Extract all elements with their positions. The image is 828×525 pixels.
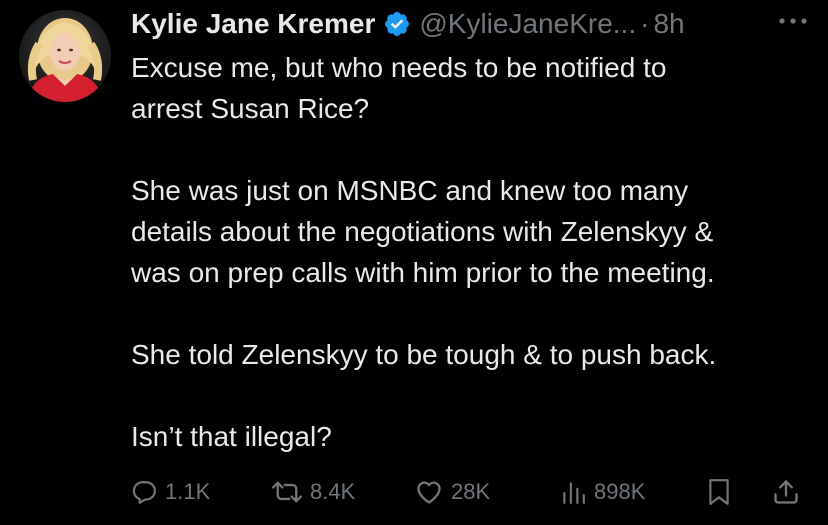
tweet-text: Excuse me, but who needs to be notified … <box>131 47 821 457</box>
tweet-timestamp[interactable]: 8h <box>653 8 684 40</box>
author-display-name[interactable]: Kylie Jane Kremer <box>131 8 375 40</box>
author-handle[interactable]: @KylieJaneKre... <box>419 8 636 40</box>
reply-icon <box>131 479 157 505</box>
like-button[interactable]: 28K <box>415 472 490 512</box>
more-options-icon[interactable] <box>776 8 810 34</box>
tweet-card[interactable]: Kylie Jane Kremer @KylieJaneKre... · 8h … <box>0 0 828 525</box>
reply-button[interactable]: 1.1K <box>131 472 210 512</box>
tweet-paragraph: Excuse me, but who needs to be notified … <box>131 52 667 124</box>
tweet-paragraph: She was just on MSNBC and knew too many … <box>131 175 715 288</box>
tweet-header: Kylie Jane Kremer @KylieJaneKre... · 8h <box>131 4 685 44</box>
retweet-button[interactable]: 8.4K <box>272 472 355 512</box>
share-button[interactable] <box>772 472 800 512</box>
views-icon <box>560 479 586 505</box>
retweet-count: 8.4K <box>310 479 356 504</box>
like-count: 28K <box>451 479 491 504</box>
views-button[interactable]: 898K <box>560 472 645 512</box>
bookmark-button[interactable] <box>706 472 732 512</box>
retweet-icon <box>272 479 302 505</box>
heart-icon <box>415 479 443 505</box>
share-icon <box>772 478 800 506</box>
reply-count: 1.1K <box>165 479 211 504</box>
avatar-image <box>19 10 111 102</box>
tweet-paragraph-spacer: ​ <box>131 293 821 334</box>
avatar[interactable] <box>19 10 111 102</box>
tweet-paragraph-spacer: ​ <box>131 375 821 416</box>
separator-dot: · <box>640 8 650 39</box>
verified-badge-icon[interactable] <box>383 10 411 38</box>
bookmark-icon <box>706 478 732 506</box>
tweet-actions: 1.1K 8.4K 28K 898K <box>0 472 828 512</box>
tweet-paragraph: Isn’t that illegal? <box>131 421 332 452</box>
tweet-paragraph-spacer: ​ <box>131 129 821 170</box>
tweet-paragraph: She told Zelenskyy to be tough & to push… <box>131 339 717 370</box>
views-count: 898K <box>594 479 646 504</box>
